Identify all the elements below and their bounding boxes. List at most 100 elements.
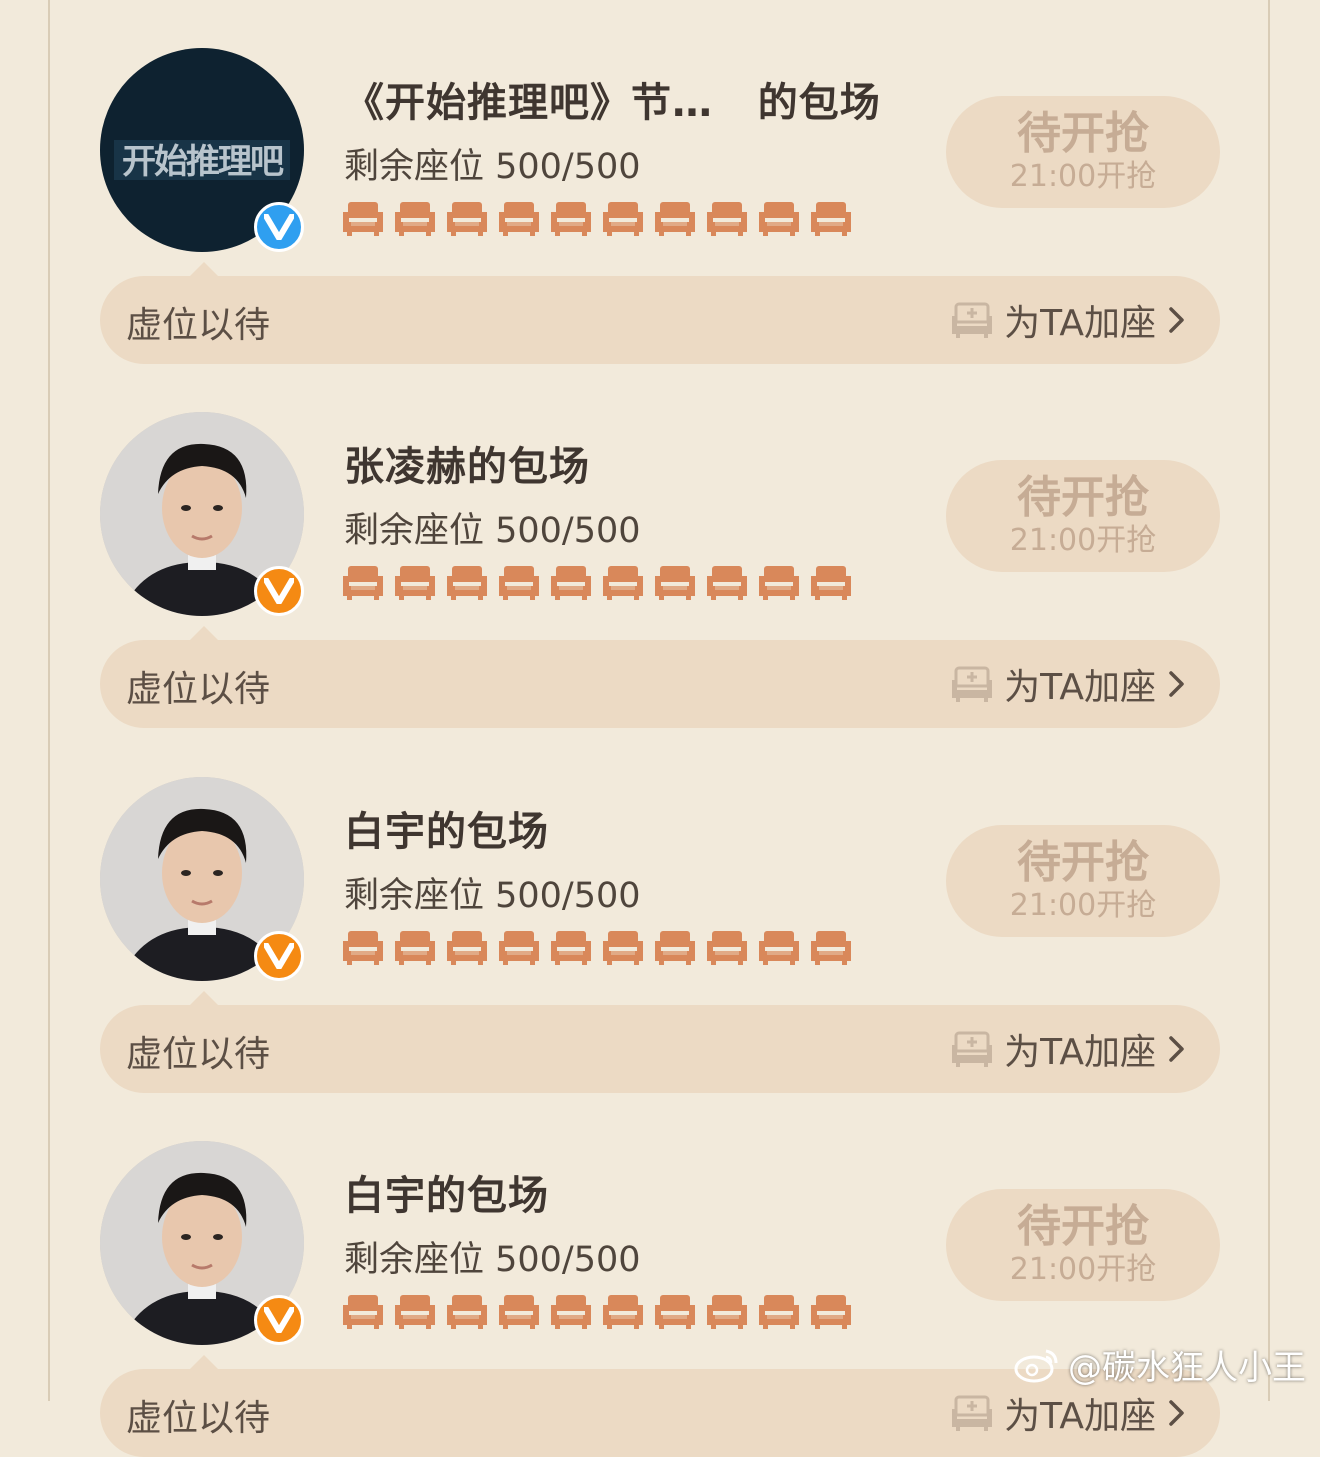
booking-card[interactable]: 白宇的包场 剩余座位 500/500 待开抢 21:00开抢 虚位以待 为TA加座 — [0, 1093, 1320, 1457]
watermark-text: @碳水狂人小王 — [1068, 1348, 1306, 1388]
seat-icon — [394, 1289, 436, 1331]
seat-icon — [810, 196, 852, 238]
avatar[interactable] — [100, 1141, 306, 1347]
seat-icon — [550, 560, 592, 602]
add-seat-icon — [952, 666, 993, 702]
card-title[interactable]: 白宇的包场 — [344, 1163, 549, 1221]
seat-icon — [498, 196, 540, 238]
waiting-label: 虚位以待 — [126, 305, 271, 346]
seat-icon — [706, 1289, 748, 1331]
grab-button[interactable]: 待开抢 21:00开抢 — [946, 1189, 1220, 1301]
grab-button[interactable]: 待开抢 21:00开抢 — [946, 460, 1220, 572]
chevron-right-icon — [1169, 307, 1184, 333]
add-seat-icon — [952, 302, 993, 338]
seat-row — [342, 196, 852, 238]
seat-icon — [342, 925, 384, 967]
seat-icon — [810, 925, 852, 967]
add-seat-button[interactable]: 为TA加座 — [950, 1387, 1188, 1439]
seat-icon — [654, 925, 696, 967]
seat-icon — [758, 560, 800, 602]
remaining-seats-text: 剩余座位 500/500 — [344, 511, 641, 551]
seat-icon — [394, 196, 436, 238]
add-seat-button[interactable]: 为TA加座 — [950, 294, 1188, 346]
card-title[interactable]: 白宇的包场 — [344, 799, 549, 857]
waiting-bar[interactable]: 虚位以待 为TA加座 — [100, 1005, 1220, 1093]
seat-icon — [550, 196, 592, 238]
weibo-icon — [1014, 1349, 1058, 1382]
remaining-seats-text: 剩余座位 500/500 — [344, 876, 641, 916]
seat-icon — [654, 560, 696, 602]
card-title[interactable]: 《开始推理吧》节… 的包场 — [344, 70, 881, 128]
seat-icon — [602, 1289, 644, 1331]
add-seat-label: 为TA加座 — [1004, 303, 1156, 344]
seat-icon — [498, 560, 540, 602]
add-seat-label: 为TA加座 — [1004, 1032, 1156, 1073]
seat-icon — [394, 560, 436, 602]
seat-icon — [654, 196, 696, 238]
waiting-label: 虚位以待 — [126, 1034, 271, 1075]
avatar[interactable] — [100, 777, 306, 983]
add-seat-label: 为TA加座 — [1004, 1396, 1156, 1437]
waiting-bar[interactable]: 虚位以待 为TA加座 — [100, 640, 1220, 728]
bar-pointer — [190, 262, 218, 276]
seat-icon — [498, 1289, 540, 1331]
waiting-bar[interactable]: 虚位以待 为TA加座 — [100, 276, 1220, 364]
avatar-logo-text: 开始推理吧 — [122, 142, 284, 182]
bar-pointer — [190, 626, 218, 640]
add-seat-button[interactable]: 为TA加座 — [950, 658, 1188, 710]
chevron-right-icon — [1169, 671, 1184, 697]
seat-icon — [446, 925, 488, 967]
grab-button-label: 待开抢 — [1017, 837, 1149, 888]
seat-icon — [706, 196, 748, 238]
watermark: @碳水狂人小王 — [1012, 1340, 1306, 1389]
grab-button[interactable]: 待开抢 21:00开抢 — [946, 96, 1220, 208]
seat-icon — [602, 196, 644, 238]
seat-icon — [654, 1289, 696, 1331]
avatar[interactable] — [100, 412, 306, 618]
verified-badge-icon — [254, 566, 304, 616]
seat-icon — [446, 560, 488, 602]
grab-button[interactable]: 待开抢 21:00开抢 — [946, 825, 1220, 937]
add-seat-label: 为TA加座 — [1004, 667, 1156, 708]
seat-icon — [810, 560, 852, 602]
seat-icon — [498, 925, 540, 967]
booking-card[interactable]: 白宇的包场剩余座位 500/500 待开抢 21:00开抢虚位以待 为TA加座 — [0, 729, 1320, 1093]
seat-icon — [758, 196, 800, 238]
grab-button-time: 21:00开抢 — [1009, 159, 1157, 194]
seat-icon — [758, 925, 800, 967]
verified-badge-icon — [254, 1295, 304, 1345]
seat-icon — [446, 196, 488, 238]
seat-icon — [602, 560, 644, 602]
card-title[interactable]: 张凌赫的包场 — [344, 434, 590, 492]
seat-icon — [758, 1289, 800, 1331]
grab-button-time: 21:00开抢 — [1009, 1252, 1157, 1287]
grab-button-label: 待开抢 — [1017, 1201, 1149, 1252]
seat-row — [342, 560, 852, 602]
seat-icon — [394, 925, 436, 967]
booking-card[interactable]: 开始推理吧 《开始推理吧》节… 的包场剩余座位 500/500 待开抢 21:00开抢… — [0, 0, 1320, 364]
chevron-right-icon — [1169, 1400, 1184, 1426]
seat-icon — [342, 196, 384, 238]
add-seat-button[interactable]: 为TA加座 — [950, 1023, 1188, 1075]
verified-badge-icon — [254, 202, 304, 252]
seat-row — [342, 1289, 852, 1331]
booking-card[interactable]: 张凌赫的包场剩余座位 500/500 待开抢 21:00开抢虚位以待 为TA加座 — [0, 364, 1320, 728]
avatar[interactable]: 开始推理吧 — [100, 48, 306, 254]
grab-button-label: 待开抢 — [1017, 472, 1149, 523]
add-seat-icon — [952, 1395, 993, 1431]
seat-icon — [706, 925, 748, 967]
grab-button-time: 21:00开抢 — [1009, 888, 1157, 923]
waiting-label: 虚位以待 — [126, 669, 271, 710]
seat-row — [342, 925, 852, 967]
seat-icon — [342, 560, 384, 602]
seat-icon — [342, 1289, 384, 1331]
remaining-seats-text: 剩余座位 500/500 — [344, 147, 641, 187]
seat-icon — [810, 1289, 852, 1331]
verified-badge-icon — [254, 931, 304, 981]
grab-button-time: 21:00开抢 — [1009, 523, 1157, 558]
seat-icon — [602, 925, 644, 967]
seat-icon — [550, 925, 592, 967]
seat-icon — [706, 560, 748, 602]
seat-icon — [550, 1289, 592, 1331]
seat-icon — [446, 1289, 488, 1331]
